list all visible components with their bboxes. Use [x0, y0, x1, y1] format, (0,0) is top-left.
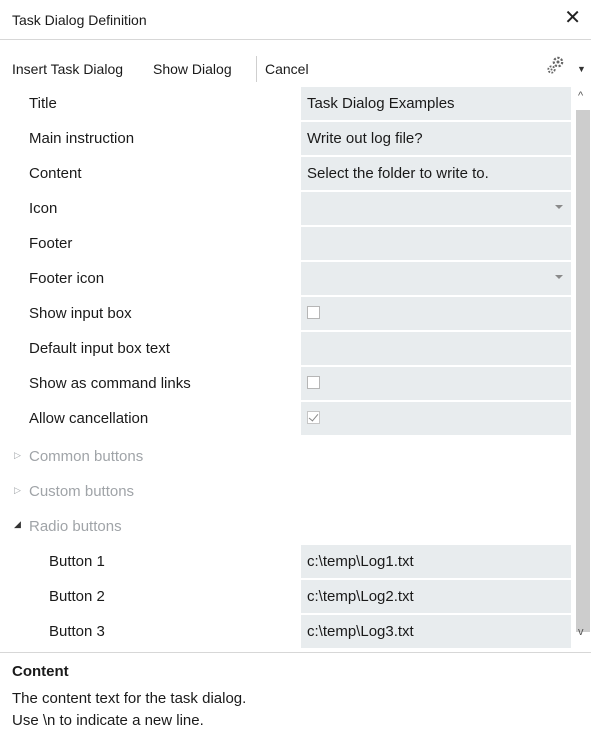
property-grid: Title Task Dialog Examples Main instruct… — [12, 86, 575, 652]
property-label: Button 1 — [49, 553, 105, 570]
property-label: Footer — [29, 235, 73, 252]
group-label: Radio buttons — [29, 518, 122, 535]
content-field[interactable]: Select the folder to write to. — [301, 157, 571, 190]
group-custom-buttons[interactable]: ▷ Custom buttons — [12, 474, 575, 508]
show-input-box-checkbox[interactable] — [307, 306, 320, 319]
property-label: Show as command links — [29, 375, 191, 392]
radio-button-2-field[interactable]: c:\temp\Log2.txt — [301, 580, 571, 613]
radio-button-1-field[interactable]: c:\temp\Log1.txt — [301, 545, 571, 578]
vertical-scrollbar[interactable]: ^ v — [575, 86, 591, 652]
icon-dropdown[interactable] — [301, 192, 571, 225]
title-field[interactable]: Task Dialog Examples — [301, 87, 571, 120]
show-dialog-button[interactable]: Show Dialog — [153, 61, 232, 77]
property-row-radio-button-1[interactable]: Button 1 c:\temp\Log1.txt — [12, 544, 575, 578]
property-label: Allow cancellation — [29, 410, 149, 427]
property-label: Footer icon — [29, 270, 105, 287]
scroll-down-icon[interactable]: v — [578, 626, 584, 638]
property-label: Main instruction — [29, 130, 135, 147]
allow-cancellation-checkbox[interactable] — [307, 411, 320, 424]
property-label: Show input box — [29, 305, 132, 322]
chevron-down-icon[interactable] — [555, 205, 563, 209]
description-heading: Content — [12, 663, 69, 680]
collapse-triangle-icon[interactable]: ◢ — [14, 519, 21, 530]
radio-button-3-field[interactable]: c:\temp\Log3.txt — [301, 615, 571, 648]
description-text: The content text for the task dialog. — [12, 690, 247, 707]
title-bar: Task Dialog Definition ✕ — [0, 0, 591, 40]
property-row-main-instruction[interactable]: Main instruction Write out log file? — [12, 121, 575, 155]
main-instruction-field[interactable]: Write out log file? — [301, 122, 571, 155]
cancel-button[interactable]: Cancel — [265, 61, 309, 77]
chevron-down-icon[interactable]: ▼ — [577, 64, 586, 74]
group-label: Custom buttons — [29, 483, 135, 500]
property-label: Icon — [29, 200, 58, 217]
property-label: Button 3 — [49, 623, 105, 640]
property-label: Button 2 — [49, 588, 105, 605]
default-input-box-text-field[interactable] — [301, 332, 571, 365]
close-icon[interactable]: ✕ — [564, 8, 581, 28]
property-row-title[interactable]: Title Task Dialog Examples — [12, 86, 575, 120]
toolbar: Insert Task Dialog Show Dialog Cancel ▼ — [0, 40, 591, 90]
property-row-allow-cancellation[interactable]: Allow cancellation — [12, 401, 575, 435]
expand-triangle-icon[interactable]: ▷ — [14, 485, 21, 496]
property-row-content[interactable]: Content Select the folder to write to. — [12, 156, 575, 190]
property-row-default-input-box-text[interactable]: Default input box text — [12, 331, 575, 365]
expand-triangle-icon[interactable]: ▷ — [14, 450, 21, 461]
property-row-radio-button-2[interactable]: Button 2 c:\temp\Log2.txt — [12, 579, 575, 613]
footer-field[interactable] — [301, 227, 571, 260]
property-label: Content — [29, 165, 82, 182]
show-input-box-cell — [301, 297, 571, 330]
property-row-footer[interactable]: Footer — [12, 226, 575, 260]
property-row-icon[interactable]: Icon — [12, 191, 575, 225]
chevron-down-icon[interactable] — [555, 275, 563, 279]
property-row-show-input-box[interactable]: Show input box — [12, 296, 575, 330]
show-as-command-links-cell — [301, 367, 571, 400]
window-title: Task Dialog Definition — [12, 12, 147, 28]
property-label: Default input box text — [29, 340, 170, 357]
show-as-command-links-checkbox[interactable] — [307, 376, 320, 389]
allow-cancellation-cell — [301, 402, 571, 435]
scroll-up-icon[interactable]: ^ — [578, 90, 583, 102]
property-row-show-as-command-links[interactable]: Show as command links — [12, 366, 575, 400]
description-text-line2: Use \n to indicate a new line. — [12, 712, 204, 729]
property-row-footer-icon[interactable]: Footer icon — [12, 261, 575, 295]
scrollbar-thumb[interactable] — [576, 110, 590, 632]
property-row-radio-button-3[interactable]: Button 3 c:\temp\Log3.txt — [12, 614, 575, 648]
footer-icon-dropdown[interactable] — [301, 262, 571, 295]
group-radio-buttons[interactable]: ◢ Radio buttons — [12, 509, 575, 543]
description-panel: Content The content text for the task di… — [0, 652, 591, 729]
gear-icon[interactable] — [545, 54, 567, 76]
group-common-buttons[interactable]: ▷ Common buttons — [12, 439, 575, 473]
insert-task-dialog-button[interactable]: Insert Task Dialog — [12, 61, 123, 77]
property-label: Title — [29, 95, 57, 112]
toolbar-divider — [256, 56, 257, 82]
group-label: Common buttons — [29, 448, 144, 465]
